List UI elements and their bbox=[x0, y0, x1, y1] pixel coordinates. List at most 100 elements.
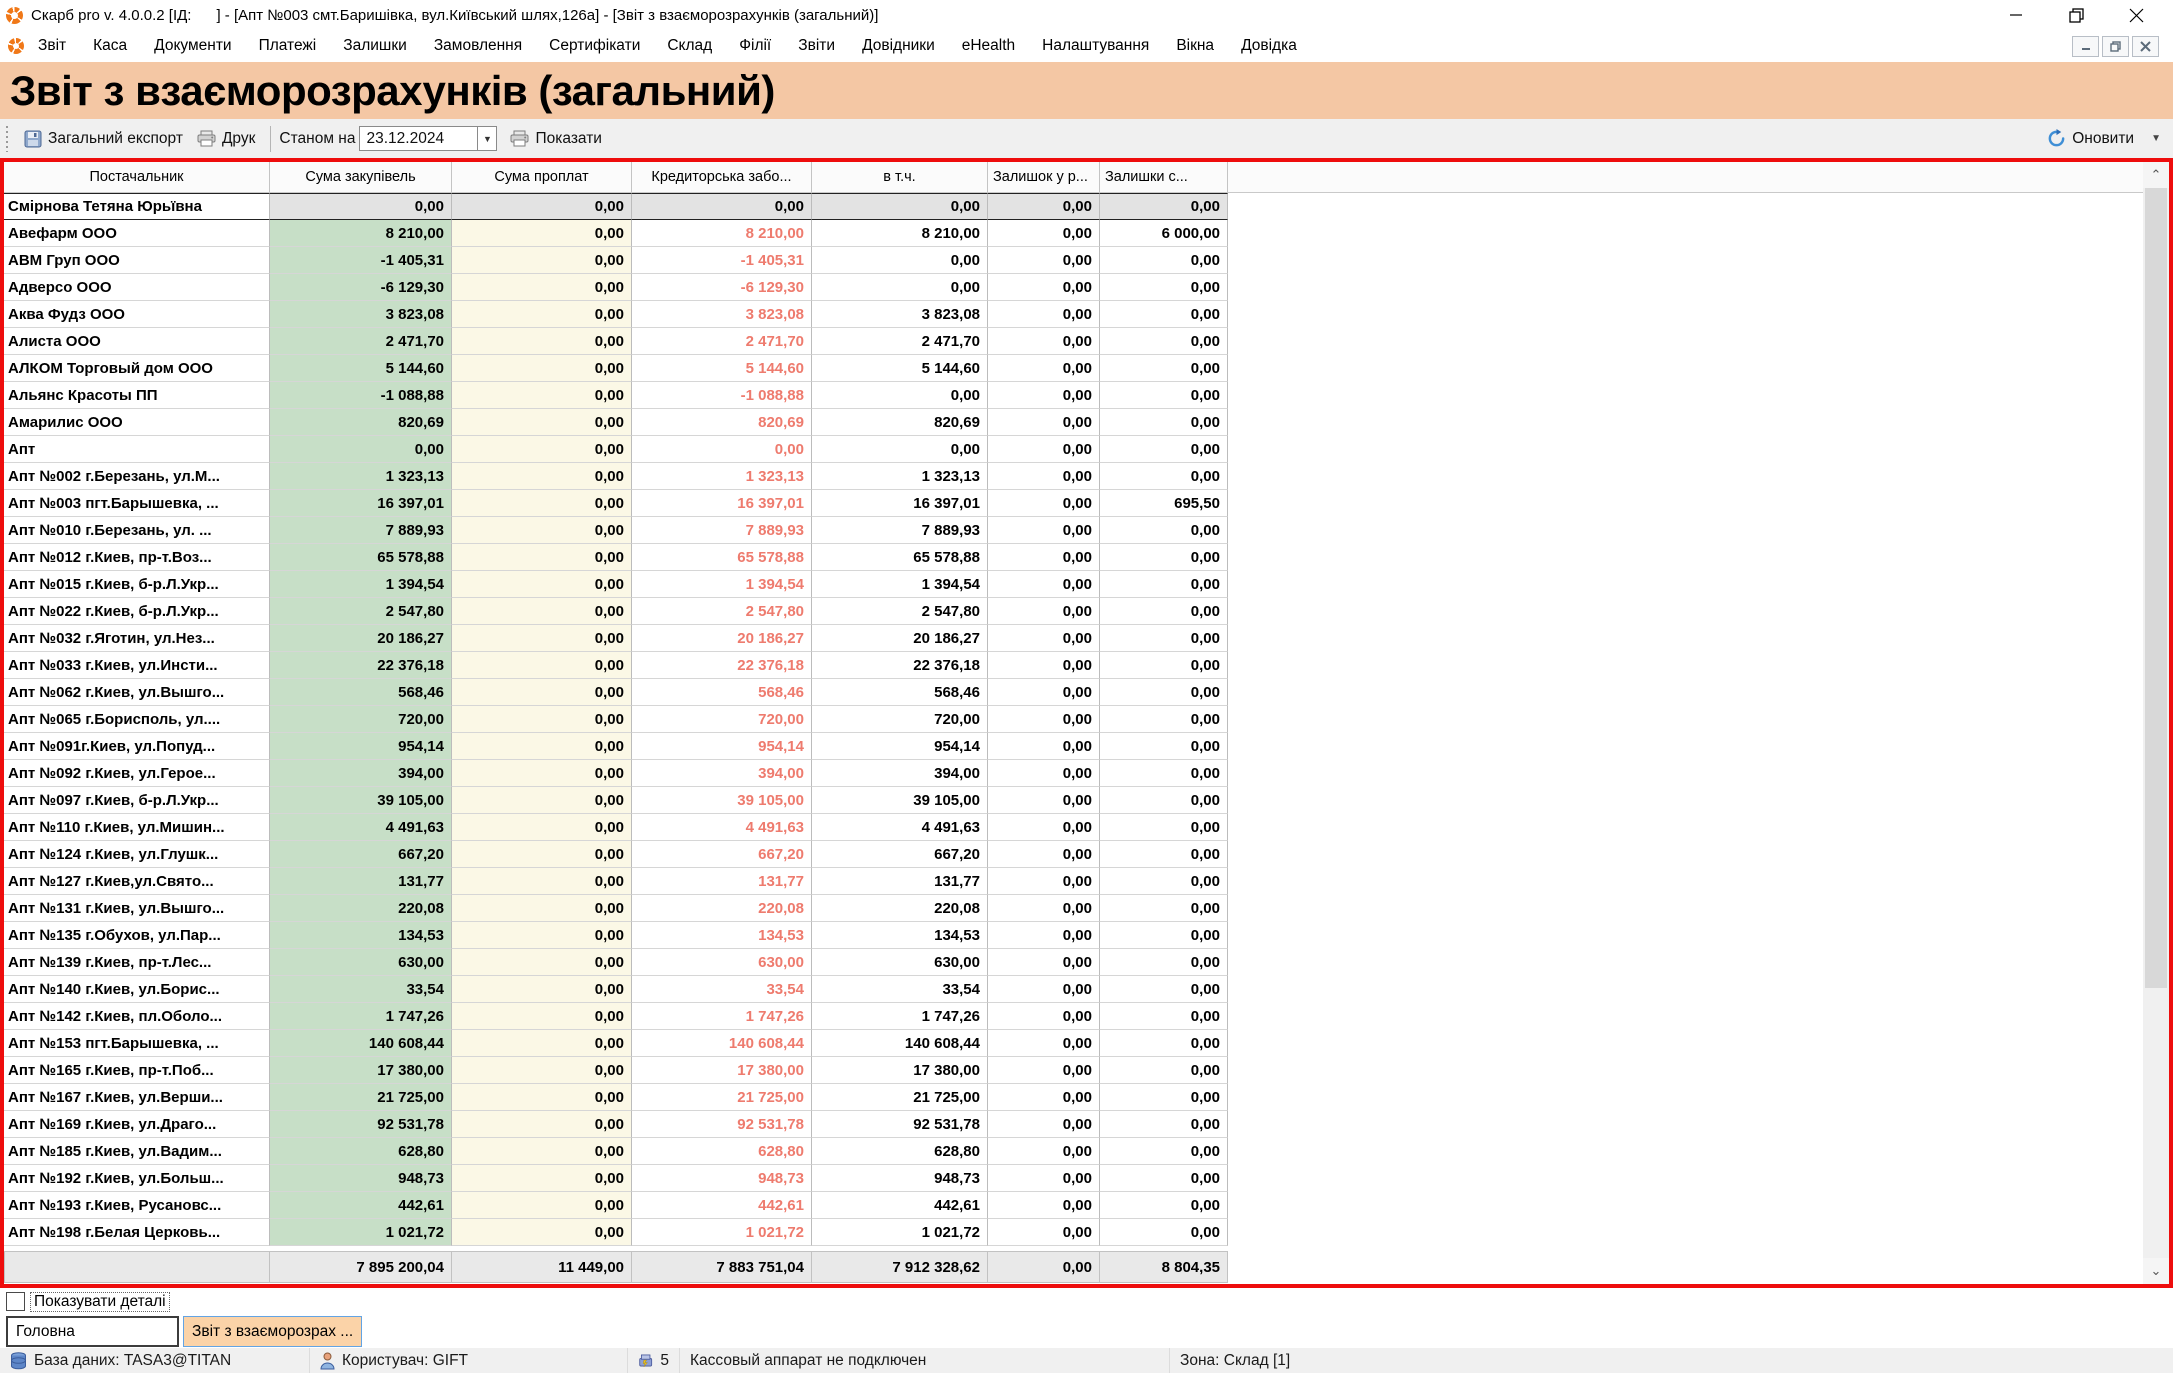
value-cell[interactable]: 0,00 bbox=[1100, 679, 1228, 706]
value-cell[interactable]: 8 210,00 bbox=[270, 220, 452, 247]
value-cell[interactable]: 0,00 bbox=[1100, 355, 1228, 382]
value-cell[interactable]: 954,14 bbox=[812, 733, 988, 760]
table-row[interactable]: Апт №110 г.Киев, ул.Мишин...4 491,630,00… bbox=[4, 814, 2143, 841]
value-cell[interactable]: 8 210,00 bbox=[632, 220, 812, 247]
table-row[interactable]: Апт №062 г.Киев, ул.Вышго...568,460,0056… bbox=[4, 679, 2143, 706]
table-row[interactable]: Апт №192 г.Киев, ул.Больш...948,730,0094… bbox=[4, 1165, 2143, 1192]
value-cell[interactable]: 0,00 bbox=[1100, 409, 1228, 436]
value-cell[interactable]: 0,00 bbox=[452, 355, 632, 382]
date-dropdown-button[interactable]: ▼ bbox=[477, 126, 497, 151]
value-cell[interactable]: 3 823,08 bbox=[632, 301, 812, 328]
value-cell[interactable]: 2 547,80 bbox=[270, 598, 452, 625]
value-cell[interactable]: 65 578,88 bbox=[632, 544, 812, 571]
value-cell[interactable]: 22 376,18 bbox=[812, 652, 988, 679]
value-cell[interactable]: 3 823,08 bbox=[270, 301, 452, 328]
value-cell[interactable]: 628,80 bbox=[812, 1138, 988, 1165]
value-cell[interactable]: 0,00 bbox=[452, 868, 632, 895]
value-cell[interactable]: 131,77 bbox=[812, 868, 988, 895]
supplier-cell[interactable]: Апт №022 г.Киев, б-р.Л.Укр... bbox=[4, 598, 270, 625]
supplier-cell[interactable]: Апт №097 г.Киев, б-р.Л.Укр... bbox=[4, 787, 270, 814]
value-cell[interactable]: 220,08 bbox=[812, 895, 988, 922]
value-cell[interactable]: 0,00 bbox=[988, 1030, 1100, 1057]
table-row[interactable]: Апт №185 г.Киев, ул.Вадим...628,800,0062… bbox=[4, 1138, 2143, 1165]
value-cell[interactable]: 0,00 bbox=[1100, 1111, 1228, 1138]
value-cell[interactable]: 0,00 bbox=[988, 1138, 1100, 1165]
bottom-tab-0[interactable]: Головна bbox=[6, 1316, 179, 1347]
value-cell[interactable]: 220,08 bbox=[632, 895, 812, 922]
supplier-cell[interactable]: Апт №012 г.Киев, пр-т.Воз... bbox=[4, 544, 270, 571]
value-cell[interactable]: 820,69 bbox=[632, 409, 812, 436]
value-cell[interactable]: 0,00 bbox=[988, 355, 1100, 382]
value-cell[interactable]: -6 129,30 bbox=[632, 274, 812, 301]
supplier-cell[interactable]: Адверсо ООО bbox=[4, 274, 270, 301]
value-cell[interactable]: 0,00 bbox=[452, 625, 632, 652]
value-cell[interactable]: 0,00 bbox=[452, 706, 632, 733]
value-cell[interactable]: 394,00 bbox=[632, 760, 812, 787]
value-cell[interactable]: 33,54 bbox=[632, 976, 812, 1003]
value-cell[interactable]: 628,80 bbox=[632, 1138, 812, 1165]
table-row[interactable]: Апт №135 г.Обухов, ул.Пар...134,530,0013… bbox=[4, 922, 2143, 949]
scroll-down-icon[interactable]: ⌄ bbox=[2143, 1258, 2169, 1284]
table-row[interactable]: Апт №142 г.Киев, пл.Оболо...1 747,260,00… bbox=[4, 1003, 2143, 1030]
value-cell[interactable]: 0,00 bbox=[452, 922, 632, 949]
value-cell[interactable]: 20 186,27 bbox=[270, 625, 452, 652]
bottom-tab-1[interactable]: Звіт з взаєморозрах ... bbox=[183, 1316, 362, 1347]
value-cell[interactable]: 92 531,78 bbox=[812, 1111, 988, 1138]
value-cell[interactable]: 948,73 bbox=[632, 1165, 812, 1192]
table-row[interactable]: Апт №003 пгт.Барышевка, ...16 397,010,00… bbox=[4, 490, 2143, 517]
supplier-cell[interactable]: Апт №002 г.Березань, ул.М... bbox=[4, 463, 270, 490]
value-cell[interactable]: 628,80 bbox=[270, 1138, 452, 1165]
mdi-close-button[interactable] bbox=[2132, 36, 2159, 57]
report-date-input[interactable]: 23.12.2024 bbox=[359, 126, 477, 151]
value-cell[interactable]: 0,00 bbox=[988, 328, 1100, 355]
value-cell[interactable]: 0,00 bbox=[1100, 1003, 1228, 1030]
value-cell[interactable]: 1 394,54 bbox=[632, 571, 812, 598]
value-cell[interactable]: 954,14 bbox=[270, 733, 452, 760]
value-cell[interactable]: 442,61 bbox=[632, 1192, 812, 1219]
restore-button[interactable] bbox=[2063, 4, 2089, 26]
supplier-cell[interactable]: Апт №193 г.Киев, Русановс... bbox=[4, 1192, 270, 1219]
menu-item-7[interactable]: Склад bbox=[667, 37, 712, 55]
table-row[interactable]: АВМ Груп ООО-1 405,310,00-1 405,310,000,… bbox=[4, 247, 2143, 274]
menu-item-13[interactable]: Вікна bbox=[1176, 37, 1214, 55]
value-cell[interactable]: 0,00 bbox=[1100, 382, 1228, 409]
value-cell[interactable]: 0,00 bbox=[452, 1219, 632, 1246]
column-header-3[interactable]: Кредиторська забо... bbox=[632, 162, 812, 192]
value-cell[interactable]: 667,20 bbox=[270, 841, 452, 868]
menu-item-8[interactable]: Філії bbox=[739, 37, 771, 55]
value-cell[interactable]: -1 088,88 bbox=[270, 382, 452, 409]
supplier-cell[interactable]: Апт bbox=[4, 436, 270, 463]
value-cell[interactable]: 0,00 bbox=[988, 1111, 1100, 1138]
value-cell[interactable]: 0,00 bbox=[452, 787, 632, 814]
value-cell[interactable]: 568,46 bbox=[632, 679, 812, 706]
print-button[interactable]: Друк bbox=[190, 127, 262, 151]
supplier-cell[interactable]: Апт №015 г.Киев, б-р.Л.Укр... bbox=[4, 571, 270, 598]
value-cell[interactable]: 0,00 bbox=[452, 1111, 632, 1138]
value-cell[interactable]: 0,00 bbox=[988, 895, 1100, 922]
value-cell[interactable]: 0,00 bbox=[988, 949, 1100, 976]
show-details-checkbox[interactable] bbox=[6, 1292, 25, 1311]
export-button[interactable]: Загальний експорт bbox=[17, 127, 190, 151]
value-cell[interactable]: 0,00 bbox=[1100, 436, 1228, 463]
value-cell[interactable]: 0,00 bbox=[452, 571, 632, 598]
value-cell[interactable]: 820,69 bbox=[812, 409, 988, 436]
value-cell[interactable]: 0,00 bbox=[988, 652, 1100, 679]
value-cell[interactable]: 0,00 bbox=[812, 193, 988, 220]
supplier-cell[interactable]: Смірнова Тетяна Юрьївна bbox=[4, 193, 270, 220]
value-cell[interactable]: 0,00 bbox=[988, 733, 1100, 760]
supplier-cell[interactable]: Апт №065 г.Борисполь, ул.... bbox=[4, 706, 270, 733]
mdi-minimize-button[interactable] bbox=[2072, 36, 2099, 57]
value-cell[interactable]: 17 380,00 bbox=[270, 1057, 452, 1084]
supplier-cell[interactable]: Апт №169 г.Киев, ул.Драго... bbox=[4, 1111, 270, 1138]
value-cell[interactable]: 2 471,70 bbox=[632, 328, 812, 355]
value-cell[interactable]: 1 021,72 bbox=[812, 1219, 988, 1246]
value-cell[interactable]: 0,00 bbox=[452, 193, 632, 220]
table-row[interactable]: Смірнова Тетяна Юрьївна0,000,000,000,000… bbox=[4, 193, 2143, 220]
value-cell[interactable]: 4 491,63 bbox=[632, 814, 812, 841]
menu-item-9[interactable]: Звіти bbox=[798, 37, 835, 55]
value-cell[interactable]: 0,00 bbox=[452, 679, 632, 706]
value-cell[interactable]: 0,00 bbox=[452, 301, 632, 328]
column-header-4[interactable]: в т.ч. bbox=[812, 162, 988, 192]
supplier-cell[interactable]: Апт №140 г.Киев, ул.Борис... bbox=[4, 976, 270, 1003]
table-row[interactable]: Апт №140 г.Киев, ул.Борис...33,540,0033,… bbox=[4, 976, 2143, 1003]
